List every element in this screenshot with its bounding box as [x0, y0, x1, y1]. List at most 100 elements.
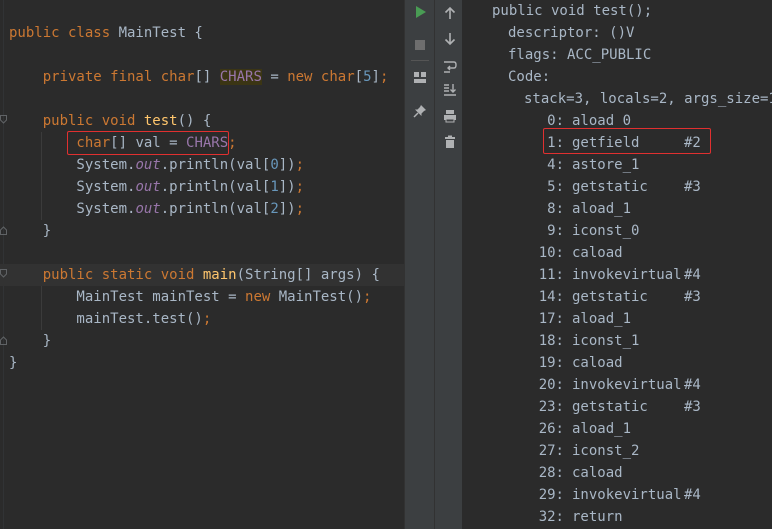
run-icon[interactable]	[412, 4, 428, 20]
code-token: new	[245, 289, 279, 305]
instruction-opcode: aload_1	[572, 311, 632, 327]
instruction-argument: #3	[684, 289, 701, 305]
instruction-row: 28: caload	[463, 462, 772, 484]
pin-icon[interactable]	[412, 103, 428, 119]
code-label: Code:	[508, 69, 551, 85]
toolbar-separator	[411, 60, 429, 61]
stack-info: stack=3, locals=2, args_size=1	[524, 91, 772, 107]
code-line[interactable]: System.out.println(val[2]);	[9, 198, 304, 220]
instruction-argument: #3	[684, 399, 701, 415]
trash-icon[interactable]	[442, 134, 458, 150]
code-token: System.	[9, 201, 136, 217]
code-line[interactable]: }	[9, 220, 51, 242]
instruction-offset: 5:	[547, 179, 564, 195]
code-line[interactable]: System.out.println(val[1]);	[9, 176, 304, 198]
code-token: ;	[379, 69, 389, 85]
code-token: .println(val[	[160, 179, 271, 195]
instruction-opcode: getstatic	[572, 289, 648, 305]
instruction-opcode: astore_1	[572, 157, 640, 173]
code-token: char	[320, 69, 355, 85]
code-line[interactable]: private final char[] CHARS = new char[5]…	[9, 66, 388, 88]
code-token: =	[261, 69, 288, 85]
code-line[interactable]: public static void main(String[] args) {	[9, 264, 380, 286]
instruction-row: 18: iconst_1	[463, 330, 772, 352]
code-token: ;	[363, 289, 372, 305]
bytecode-output[interactable]: public void test(); descriptor: ()V flag…	[463, 0, 772, 529]
code-token: public static void	[9, 267, 203, 283]
code-token: 2	[270, 201, 279, 217]
code-token: out	[135, 201, 161, 217]
code-token: out	[135, 179, 161, 195]
instruction-offset: 19:	[538, 355, 564, 371]
instruction-row: 17: aload_1	[463, 308, 772, 330]
instruction-offset: 28:	[538, 465, 564, 481]
instruction-offset: 18:	[538, 333, 564, 349]
code-token: []	[194, 69, 220, 85]
code-line[interactable]: MainTest mainTest = new MainTest();	[9, 286, 371, 308]
code-token: System.	[9, 179, 136, 195]
highlight-box-getfield	[543, 128, 711, 154]
print-icon[interactable]	[442, 108, 458, 124]
code-token: MainTest()	[278, 289, 364, 305]
instruction-opcode: iconst_2	[572, 443, 640, 459]
instruction-opcode: caload	[572, 465, 623, 481]
code-line[interactable]: mainTest.test();	[9, 308, 211, 330]
code-line[interactable]: public void test() {	[9, 110, 212, 132]
code-line[interactable]: public class MainTest {	[9, 22, 203, 44]
instruction-offset: 17:	[538, 311, 564, 327]
instruction-offset: 29:	[538, 487, 564, 503]
stop-icon[interactable]	[412, 37, 428, 53]
instruction-offset: 4:	[547, 157, 564, 173]
code-token: ;	[295, 179, 305, 195]
code-line[interactable]: System.out.println(val[0]);	[9, 154, 304, 176]
arrow-up-icon[interactable]	[442, 5, 458, 21]
highlight-box-char-array	[67, 131, 229, 155]
code-token: mainTest.test()	[9, 311, 203, 327]
instruction-opcode: caload	[572, 355, 623, 371]
code-token: System.	[9, 157, 136, 173]
code-token: ;	[228, 135, 237, 151]
instruction-row: 26: aload_1	[463, 418, 772, 440]
code-token: char	[160, 69, 195, 85]
fold-marker-icon[interactable]	[0, 226, 7, 235]
instruction-offset: 14:	[538, 289, 564, 305]
fold-marker-icon[interactable]	[0, 115, 7, 124]
instruction-row: 27: iconst_2	[463, 440, 772, 462]
instruction-opcode: aload_1	[572, 201, 632, 217]
method-flags: flags: ACC_PUBLIC	[508, 47, 652, 63]
scroll-to-end-icon[interactable]	[442, 82, 458, 98]
layout-icon[interactable]	[412, 69, 428, 85]
method-descriptor: descriptor: ()V	[508, 25, 635, 41]
instruction-offset: 32:	[538, 509, 564, 525]
run-toolbar	[404, 0, 434, 529]
code-line[interactable]: }	[9, 352, 17, 374]
arrow-down-icon[interactable]	[442, 31, 458, 47]
instruction-opcode: getstatic	[572, 399, 648, 415]
instruction-opcode: iconst_0	[572, 223, 640, 239]
code-token: ]	[371, 69, 380, 85]
instruction-argument: #3	[684, 179, 701, 195]
fold-marker-icon[interactable]	[0, 336, 7, 345]
code-line[interactable]: }	[9, 330, 51, 352]
instruction-argument: #4	[684, 267, 701, 283]
instruction-row: 11: invokevirtual #4	[463, 264, 772, 286]
instruction-offset: 23:	[538, 399, 564, 415]
instruction-opcode: iconst_1	[572, 333, 640, 349]
code-token: }	[9, 223, 52, 239]
code-token: new	[287, 69, 321, 85]
code-token: out	[135, 157, 161, 173]
instruction-row: 8: aload_1	[463, 198, 772, 220]
code-editor[interactable]: public class MainTest { private final ch…	[0, 0, 404, 529]
instruction-offset: 10:	[538, 245, 564, 261]
instruction-offset: 27:	[538, 443, 564, 459]
instruction-opcode: aload_1	[572, 421, 632, 437]
instruction-row: 32: return	[463, 506, 772, 528]
soft-wrap-icon[interactable]	[442, 58, 458, 74]
code-token: ])	[278, 157, 296, 173]
code-token: ])	[278, 179, 296, 195]
instruction-offset: 26:	[538, 421, 564, 437]
fold-marker-icon[interactable]	[0, 269, 7, 278]
code-token: 5	[363, 69, 372, 85]
code-token: ])	[278, 201, 296, 217]
instruction-row: 19: caload	[463, 352, 772, 374]
